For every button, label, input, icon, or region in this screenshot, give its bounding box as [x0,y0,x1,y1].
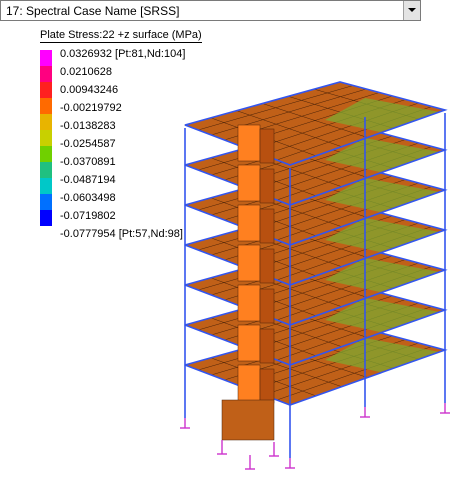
core-wall [259,288,275,324]
load-case-dropdown[interactable]: 17: Spectral Case Name [SRSS] [0,0,421,21]
legend-label: -0.0719802 [60,210,116,222]
legend-color-swatch [40,194,52,210]
chevron-down-icon [408,8,416,12]
core-wall [237,204,261,242]
core-wall [237,364,261,402]
legend-color-swatch [40,82,52,98]
legend-label: 0.0210628 [60,66,112,78]
legend-label: 0.00943246 [60,84,119,96]
legend-color-swatch [40,114,52,130]
core-wall [237,284,261,322]
legend-color-swatch [40,130,52,146]
structure-3d-view[interactable] [150,70,460,475]
core-wall [237,164,261,202]
legend-color-bar [40,50,52,226]
legend-color-swatch [40,50,52,66]
legend-color-swatch [40,210,52,226]
core-wall [259,208,275,244]
basement-plate [221,399,275,441]
core-wall [259,328,275,364]
core-wall [259,248,275,284]
legend-label: -0.0370891 [60,156,116,168]
core-wall [237,124,261,162]
dropdown-arrow-button[interactable] [403,1,420,20]
legend-color-swatch [40,146,52,162]
load-case-value: 17: Spectral Case Name [SRSS] [6,4,180,18]
legend-label: -0.0138283 [60,120,116,132]
legend-color-swatch [40,98,52,114]
legend-color-swatch [40,66,52,82]
core-wall [259,368,275,404]
legend-color-swatch [40,178,52,194]
core-wall [237,324,261,362]
legend-color-swatch [40,162,52,178]
legend-title: Plate Stress:22 +z surface (MPa) [40,29,202,43]
legend-label: -0.0603498 [60,192,116,204]
legend-label: 0.0326932 [Pt:81,Nd:104] [60,48,186,60]
core-wall [259,168,275,204]
legend-label: -0.00219792 [60,102,122,114]
core-wall [237,244,261,282]
legend-label: -0.0254587 [60,138,116,150]
core-wall [259,128,275,164]
legend-label: -0.0487194 [60,174,116,186]
